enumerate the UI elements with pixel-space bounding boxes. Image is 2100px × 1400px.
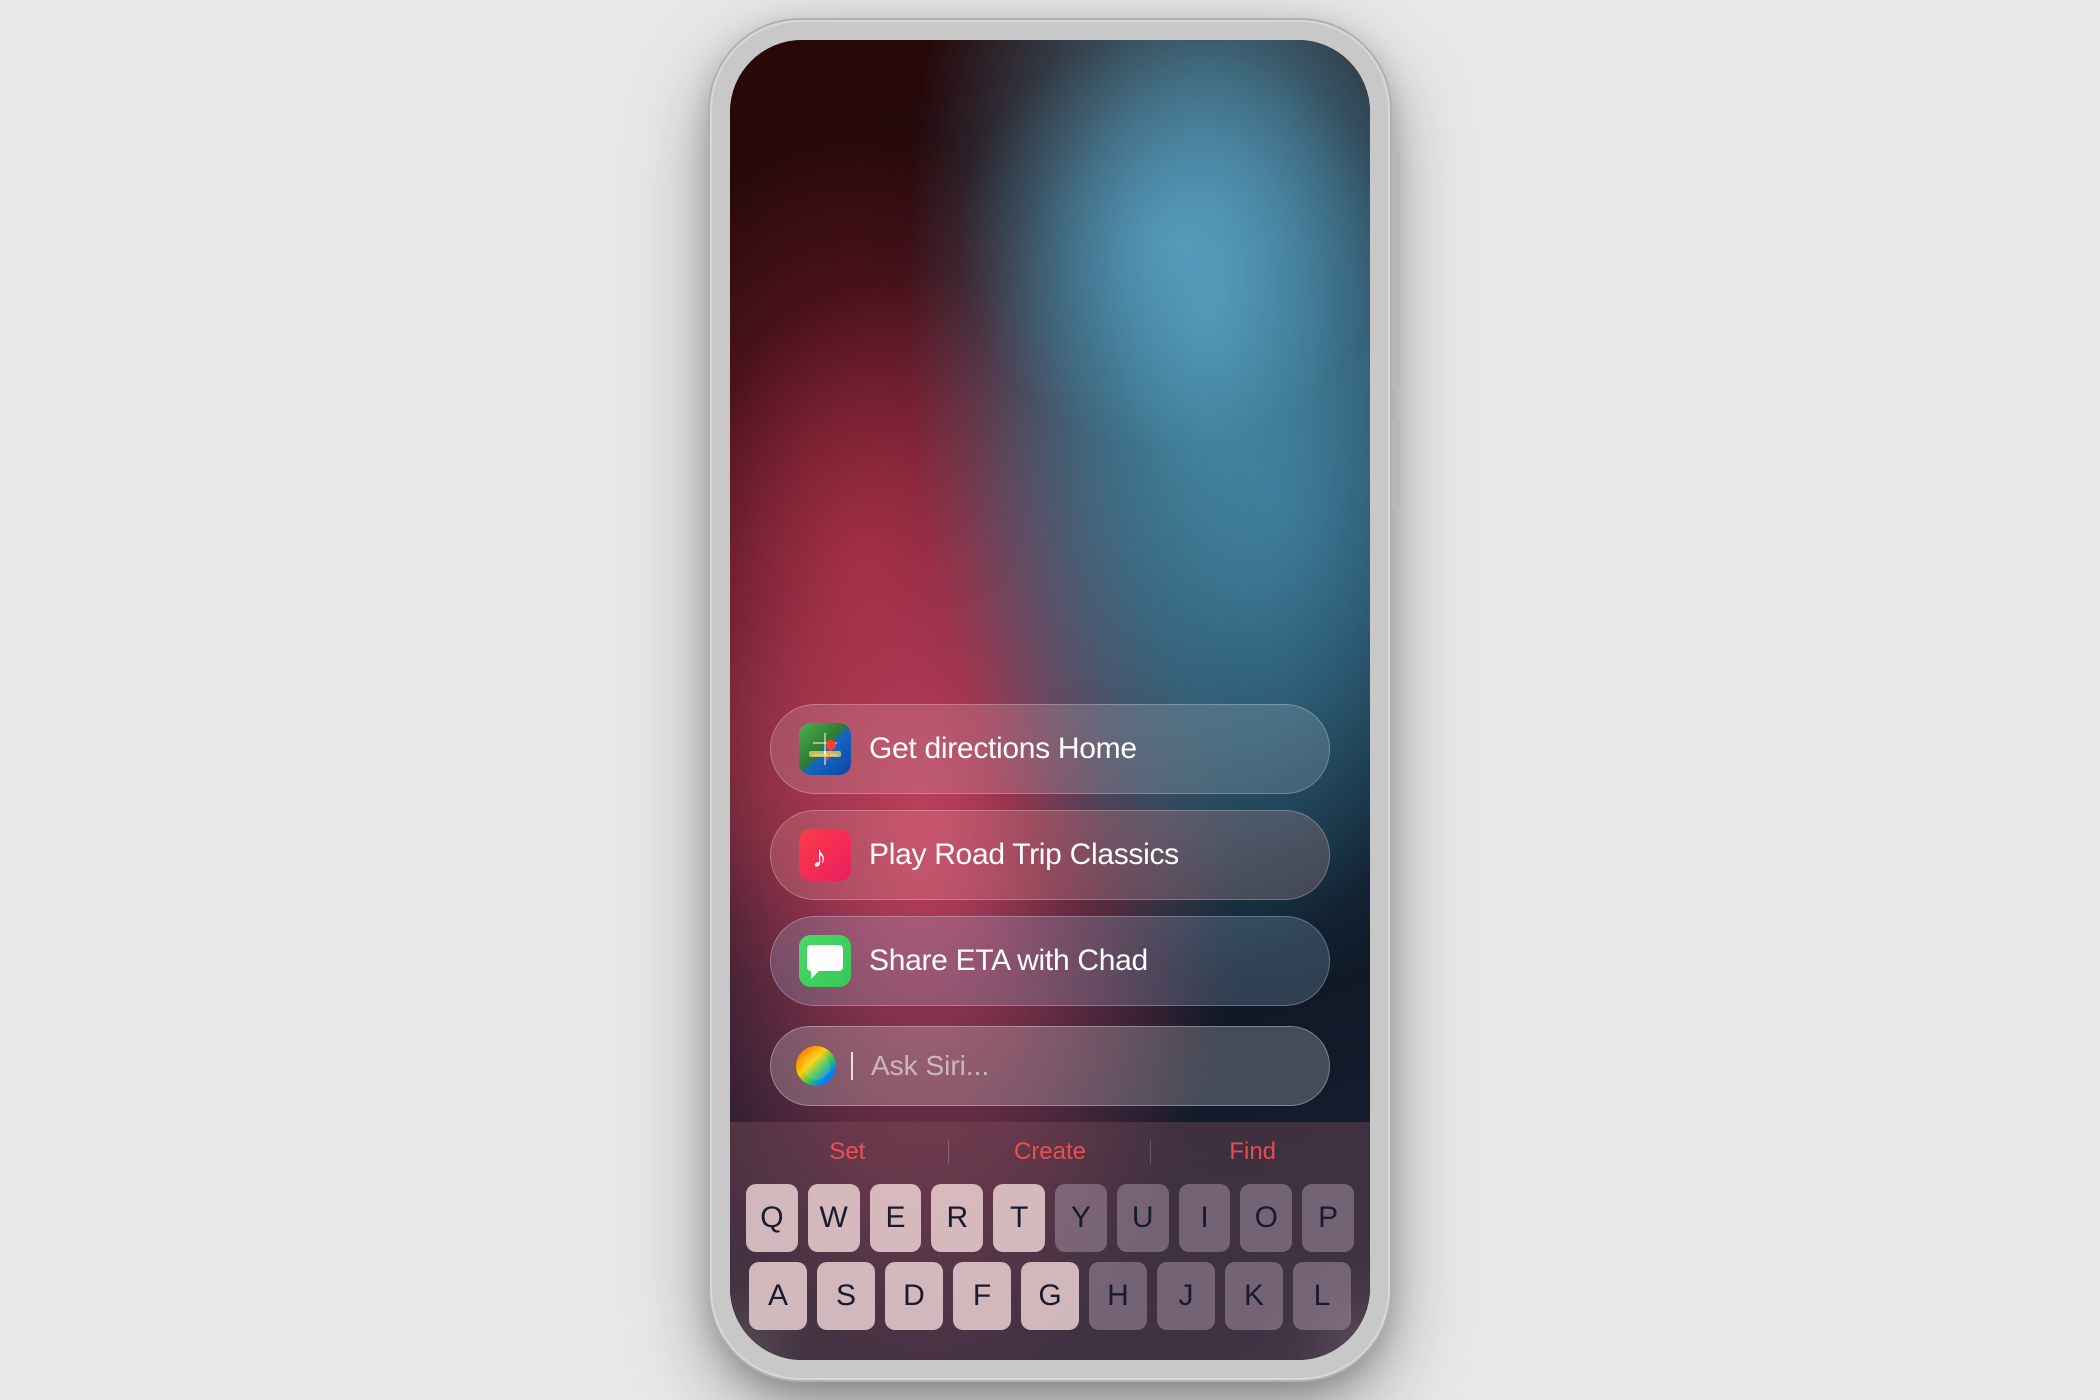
key-r[interactable]: R	[931, 1184, 983, 1252]
key-i[interactable]: I	[1179, 1184, 1231, 1252]
key-g[interactable]: G	[1021, 1262, 1079, 1330]
key-y[interactable]: Y	[1055, 1184, 1107, 1252]
key-o[interactable]: O	[1240, 1184, 1292, 1252]
phone-screen: Get directions Home	[730, 40, 1370, 1360]
key-h[interactable]: H	[1089, 1262, 1147, 1330]
key-e[interactable]: E	[870, 1184, 922, 1252]
suggestion-music[interactable]: ♪ Play Road Trip Classics	[770, 810, 1330, 900]
text-cursor	[851, 1052, 853, 1080]
suggestion-messages[interactable]: Share ETA with Chad	[770, 916, 1330, 1006]
maps-app-icon	[799, 723, 851, 775]
svg-text:♪: ♪	[812, 841, 827, 874]
keyboard-area: Set Create Find Q W E R T Y U I O	[730, 1122, 1370, 1360]
key-t[interactable]: T	[993, 1184, 1045, 1252]
keyboard-row-2: A S D F G H J K L	[746, 1262, 1354, 1330]
keyboard-shortcuts-row: Set Create Find	[746, 1132, 1354, 1172]
phone-wrapper: Get directions Home	[710, 20, 1390, 1380]
key-k[interactable]: K	[1225, 1262, 1283, 1330]
key-w[interactable]: W	[808, 1184, 860, 1252]
shortcut-create[interactable]: Create	[949, 1138, 1152, 1166]
key-q[interactable]: Q	[746, 1184, 798, 1252]
screen-content: Get directions Home	[730, 40, 1370, 1360]
key-j[interactable]: J	[1157, 1262, 1215, 1330]
messages-app-icon	[799, 935, 851, 987]
keyboard-row-1: Q W E R T Y U I O P	[746, 1184, 1354, 1252]
siri-suggestions-area: Get directions Home	[730, 704, 1370, 1006]
key-u[interactable]: U	[1117, 1184, 1169, 1252]
ask-siri-placeholder: Ask Siri...	[871, 1050, 989, 1082]
key-p[interactable]: P	[1302, 1184, 1354, 1252]
key-f[interactable]: F	[953, 1262, 1011, 1330]
key-d[interactable]: D	[885, 1262, 943, 1330]
shortcut-set[interactable]: Set	[746, 1138, 949, 1166]
messages-label: Share ETA with Chad	[869, 944, 1148, 978]
directions-label: Get directions Home	[869, 732, 1137, 766]
music-app-icon: ♪	[799, 829, 851, 881]
phone-frame: Get directions Home	[710, 20, 1390, 1380]
suggestion-directions[interactable]: Get directions Home	[770, 704, 1330, 794]
music-label: Play Road Trip Classics	[869, 838, 1179, 872]
key-s[interactable]: S	[817, 1262, 875, 1330]
key-a[interactable]: A	[749, 1262, 807, 1330]
key-l[interactable]: L	[1293, 1262, 1351, 1330]
siri-logo-icon	[795, 1045, 837, 1087]
shortcut-find[interactable]: Find	[1151, 1138, 1354, 1166]
ask-siri-bar[interactable]: Ask Siri...	[770, 1026, 1330, 1106]
